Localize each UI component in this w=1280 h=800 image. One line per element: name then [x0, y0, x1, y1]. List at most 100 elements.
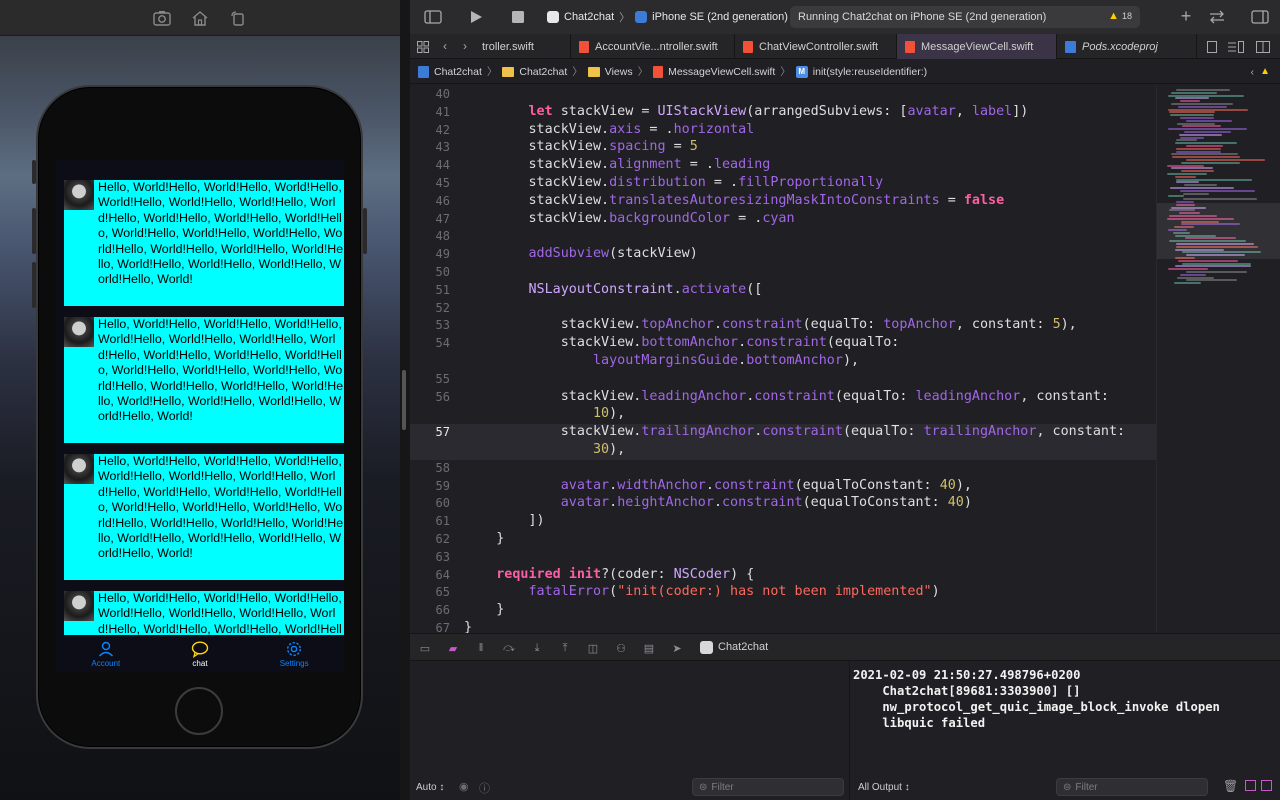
code-line[interactable]: 66 } — [410, 602, 1156, 620]
home-button[interactable] — [175, 687, 223, 735]
rotate-icon[interactable] — [227, 7, 249, 29]
volume-up-button[interactable] — [32, 208, 36, 254]
nav-back-icon[interactable]: ‹ — [1251, 66, 1255, 78]
breakpoints-icon[interactable]: ▰ — [446, 641, 460, 655]
step-over-icon[interactable]: ⤼ — [502, 641, 516, 655]
code-text: NSLayoutConstraint.activate([ — [528, 281, 763, 297]
code-line[interactable]: 45 stackView.distribution = .fillProport… — [410, 175, 1156, 193]
code-line[interactable]: 64 required init?(coder: NSCoder) { — [410, 567, 1156, 585]
code-line[interactable]: 48 — [410, 228, 1156, 246]
home-icon[interactable] — [189, 7, 211, 29]
minimap-line — [1168, 128, 1247, 131]
variables-filter-field[interactable]: ⊜ Filter — [692, 778, 844, 796]
tab-file[interactable]: Pods.xcodeproj — [1057, 34, 1197, 59]
code-line[interactable]: 50 — [410, 264, 1156, 282]
message-label: Hello, World!Hello, World!Hello, World!H… — [98, 317, 344, 424]
message-cell[interactable]: Hello, World!Hello, World!Hello, World!H… — [64, 591, 344, 635]
source-editor[interactable]: 40 41 let stackView = UIStackView(arrange… — [410, 85, 1156, 633]
minimap[interactable] — [1156, 85, 1280, 633]
tab-chat[interactable]: chat — [191, 640, 209, 668]
hide-debug-area-icon[interactable]: ▭ — [418, 641, 432, 655]
code-line[interactable]: 52 — [410, 300, 1156, 318]
split-resize-handle[interactable] — [402, 370, 406, 430]
output-selector[interactable]: All Output ↕ — [858, 776, 910, 798]
inspector-toggle-icon[interactable] — [1251, 9, 1269, 25]
variables-scope-selector[interactable]: Auto ↕ — [416, 776, 444, 798]
breadcrumb-item[interactable]: Chat2chat — [434, 66, 482, 78]
step-into-icon[interactable]: ⤓ — [530, 641, 544, 655]
code-line[interactable]: layoutMarginsGuide.bottomAnchor), — [410, 353, 1156, 371]
environment-overrides-icon[interactable]: ▤ — [642, 641, 656, 655]
mute-switch[interactable] — [32, 160, 36, 184]
add-icon[interactable]: + — [1178, 6, 1194, 26]
message-cell[interactable]: Hello, World!Hello, World!Hello, World!H… — [64, 454, 344, 580]
breadcrumb-item[interactable]: Chat2chat — [519, 66, 567, 78]
code-line[interactable]: 41 let stackView = UIStackView(arrangedS… — [410, 104, 1156, 122]
message-cell[interactable]: Hello, World!Hello, World!Hello, World!H… — [64, 317, 344, 443]
tab-file[interactable]: troller.swift — [474, 34, 571, 59]
code-line[interactable]: 56 stackView.leadingAnchor.constraint(eq… — [410, 389, 1156, 407]
pause-icon[interactable]: ‖ — [474, 641, 488, 655]
code-line[interactable]: 42 stackView.axis = .horizontal — [410, 122, 1156, 140]
breadcrumb-item[interactable]: init(style:reuseIdentifier:) — [813, 66, 927, 78]
code-line[interactable]: 47 stackView.backgroundColor = .cyan — [410, 211, 1156, 229]
simulate-location-icon[interactable]: ➤ — [670, 641, 684, 655]
code-line[interactable]: 49 addSubview(stackView) — [410, 246, 1156, 264]
split-editor-icon[interactable] — [1256, 40, 1270, 54]
code-line[interactable]: 55 — [410, 371, 1156, 389]
console-filter-field[interactable]: ⊜ Filter — [1056, 778, 1208, 796]
stop-icon[interactable] — [511, 10, 525, 24]
tab-file-active[interactable]: MessageViewCell.swift — [897, 34, 1057, 59]
code-line[interactable]: 61 ]) — [410, 513, 1156, 531]
code-line[interactable]: 63 — [410, 549, 1156, 567]
run-icon[interactable] — [468, 9, 484, 25]
minimap-viewport[interactable] — [1157, 203, 1280, 259]
code-line[interactable]: 67} — [410, 620, 1156, 633]
forward-chevron-icon[interactable]: › — [459, 39, 471, 53]
tab-settings[interactable]: Settings — [280, 640, 309, 668]
code-line[interactable]: 62 } — [410, 531, 1156, 549]
code-line[interactable]: 43 stackView.spacing = 5 — [410, 139, 1156, 157]
volume-down-button[interactable] — [32, 262, 36, 308]
message-cell[interactable]: Hello, World!Hello, World!Hello, World!H… — [64, 180, 344, 306]
warning-icon[interactable]: ▲ — [1260, 66, 1270, 77]
line-number: 66 — [435, 603, 450, 618]
editor-options-icon[interactable] — [1228, 40, 1244, 54]
scheme-selector[interactable]: Chat2chat 〉 iPhone SE (2nd generation) — [547, 8, 788, 26]
memory-graph-icon[interactable]: ⚇ — [614, 641, 628, 655]
back-chevron-icon[interactable]: ‹ — [439, 39, 451, 53]
code-line[interactable]: 65 fatalError("init(coder:) has not been… — [410, 584, 1156, 602]
code-line[interactable]: 58 — [410, 460, 1156, 478]
code-text: stackView.topAnchor.constraint(equalTo: … — [464, 317, 1077, 333]
tab-account[interactable]: Account — [91, 640, 120, 668]
code-line[interactable]: 60 avatar.heightAnchor.constraint(equalT… — [410, 495, 1156, 513]
trash-icon[interactable]: 🗑 — [1223, 779, 1238, 793]
step-out-icon[interactable]: ⤒ — [558, 641, 572, 655]
right-pane-toggle-icon[interactable] — [1261, 780, 1272, 791]
grid-icon[interactable] — [416, 40, 430, 54]
info-icon[interactable]: ⓘ — [479, 780, 490, 796]
view-debugger-icon[interactable]: ◫ — [586, 641, 600, 655]
code-line[interactable]: 53 stackView.topAnchor.constraint(equalT… — [410, 317, 1156, 335]
code-line[interactable]: 51 NSLayoutConstraint.activate([ — [410, 282, 1156, 300]
screenshot-icon[interactable] — [151, 7, 173, 29]
code-line[interactable]: 59 avatar.widthAnchor.constraint(equalTo… — [410, 478, 1156, 496]
code-line[interactable]: 30), — [410, 442, 1156, 460]
code-line[interactable]: 10), — [410, 406, 1156, 424]
document-icon[interactable] — [1206, 40, 1218, 54]
code-review-icon[interactable] — [1207, 9, 1227, 25]
breadcrumb-item[interactable]: MessageViewCell.swift — [668, 66, 775, 78]
code-line[interactable]: 40 — [410, 86, 1156, 104]
code-line[interactable]: 54 stackView.bottomAnchor.constraint(equ… — [410, 335, 1156, 353]
code-line[interactable]: 46 stackView.translatesAutoresizingMaskI… — [410, 193, 1156, 211]
navigator-toggle-icon[interactable] — [424, 9, 442, 25]
code-line[interactable]: 57 stackView.trailingAnchor.constraint(e… — [410, 424, 1156, 442]
left-pane-toggle-icon[interactable] — [1245, 780, 1256, 791]
code-line[interactable]: 44 stackView.alignment = .leading — [410, 157, 1156, 175]
eye-icon[interactable]: ◉ — [459, 780, 469, 793]
power-button[interactable] — [363, 208, 367, 254]
breadcrumb-item[interactable]: Views — [605, 66, 633, 78]
warning-badge[interactable]: ▲ 18 — [1108, 10, 1132, 22]
tab-file[interactable]: AccountVie...ntroller.swift — [571, 34, 735, 59]
tab-file[interactable]: ChatViewController.swift — [735, 34, 897, 59]
